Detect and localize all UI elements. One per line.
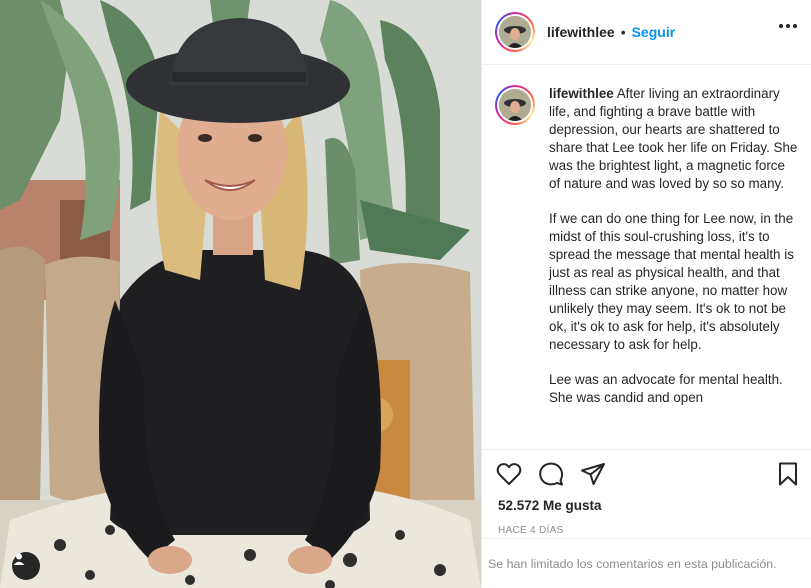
caption-section: lifewithlee After living an extraordinar… (482, 65, 811, 449)
post-timestamp[interactable]: HACE 4 DÍAS (482, 525, 811, 536)
separator-dot: • (620, 24, 626, 40)
comments-limited-notice: Se han limitado los comentarios en esta … (482, 538, 811, 588)
heart-icon[interactable] (496, 462, 522, 486)
post-header: lifewithlee • Seguir (482, 0, 811, 65)
comment-icon[interactable] (538, 461, 564, 487)
caption-username[interactable]: lifewithlee (549, 86, 614, 101)
bookmark-icon[interactable] (777, 462, 799, 491)
post-photo[interactable] (0, 0, 481, 588)
follow-button[interactable]: Seguir (632, 24, 676, 40)
caption-paragraph-2: If we can do one thing for Lee now, in t… (549, 211, 794, 352)
user-tag-icon[interactable] (12, 552, 40, 580)
more-options-icon[interactable] (779, 24, 797, 28)
post-photo-illustration (0, 0, 481, 588)
action-icons-row (482, 450, 811, 498)
post-actions: 52.572 Me gusta HACE 4 DÍAS Se han limit… (482, 449, 811, 588)
likes-count[interactable]: 52.572 Me gusta (482, 498, 811, 513)
caption-avatar[interactable] (495, 85, 535, 125)
caption-paragraph-3: Lee was an advocate for mental health. S… (549, 372, 783, 405)
share-icon[interactable] (580, 462, 606, 486)
avatar[interactable] (495, 12, 535, 52)
caption-paragraph-1: After living an extraordinary life, and … (549, 86, 798, 191)
post-side-panel: lifewithlee • Seguir lifewithlee After l… (481, 0, 811, 588)
caption-text: lifewithlee After living an extraordinar… (549, 85, 798, 449)
username-link[interactable]: lifewithlee (547, 24, 615, 40)
